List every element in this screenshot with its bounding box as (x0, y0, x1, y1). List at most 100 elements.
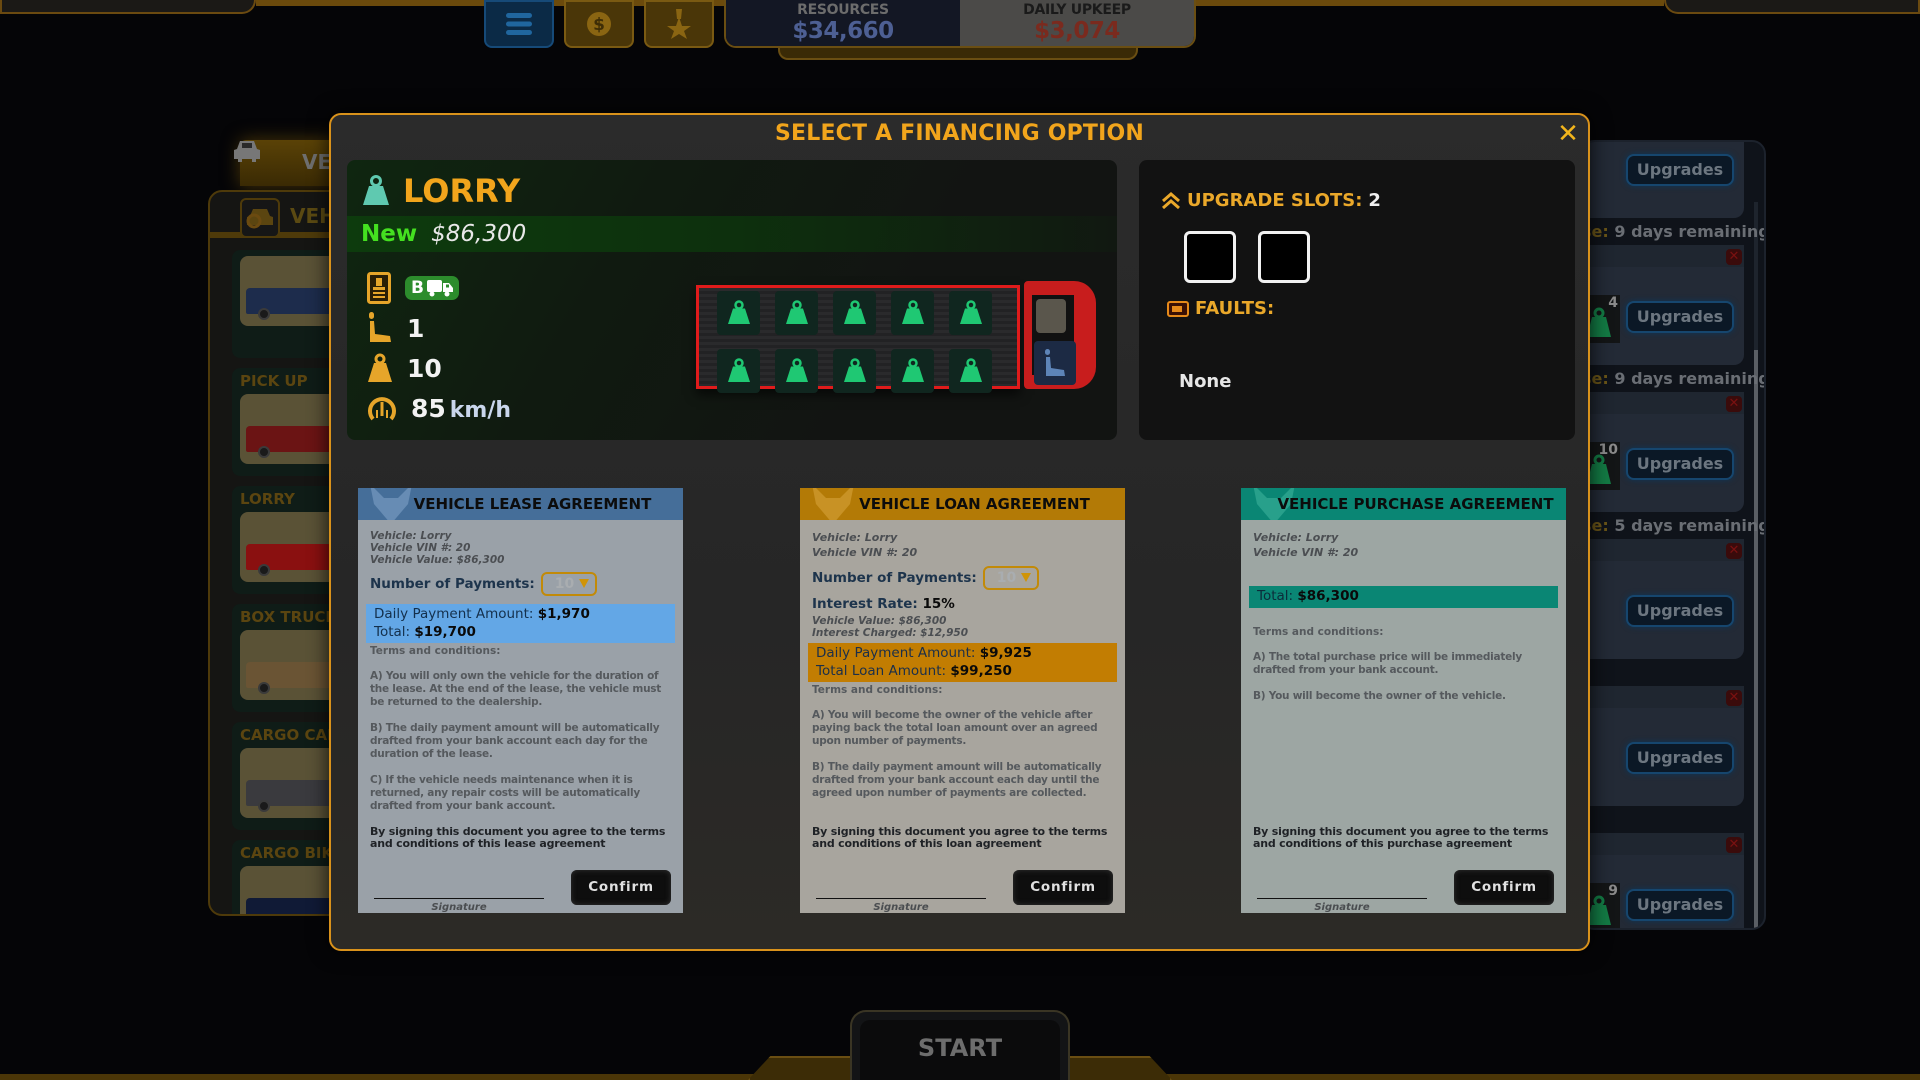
weight-icon (727, 300, 750, 324)
lease-status: se: 9 days remaining (1582, 369, 1764, 388)
upgrades-button[interactable]: Upgrades (1626, 448, 1734, 480)
upgrades-button[interactable]: Upgrades (1626, 154, 1734, 186)
upgrade-slot[interactable] (1184, 231, 1236, 283)
cargo-slot[interactable] (891, 291, 934, 335)
loan-signature-line (816, 898, 986, 899)
loan-terms-title: Terms and conditions: (812, 684, 943, 696)
cargo-slot[interactable] (775, 291, 818, 335)
lease-payments-label: Number of Payments: (370, 576, 535, 592)
lease-confirm-button[interactable]: Confirm (571, 870, 671, 905)
vehicle-condition: New (361, 221, 418, 247)
catalog-header: VEH (210, 192, 346, 238)
fleet-card-header (1582, 245, 1744, 267)
cargo-slot[interactable] (775, 349, 818, 393)
wheel-shape (258, 682, 270, 694)
upgrade-slots-label: UPGRADE SLOTS: (1187, 190, 1363, 211)
remove-vehicle-button[interactable]: ✕ (1726, 543, 1742, 559)
upgrades-button[interactable]: Upgrades (1626, 742, 1734, 774)
purchase-agree-text: By signing this document you agree to th… (1253, 825, 1549, 850)
weight-capacity-icon (368, 353, 392, 382)
cargo-slot[interactable] (717, 349, 760, 393)
fleet-card-header (1582, 392, 1744, 414)
vehicle-catalog-panel: VEH PICK UP LORRY BOX TRUCK CARGO CAR CARGO … (208, 190, 348, 916)
cargo-count: 9 (1608, 883, 1618, 899)
loan-agreement-card: VEHICLE LOAN AGREEMENT Vehicle: Lorry Ve… (800, 488, 1125, 913)
purchase-signature-label: Signature (1314, 902, 1370, 913)
upgrade-slots-count: 2 (1368, 190, 1381, 211)
vehicles-tab-label: VE (302, 150, 332, 174)
lease-signature-label: Signature (431, 902, 487, 913)
vehicle-name-row: LORRY (361, 172, 520, 210)
purchase-vehicle: Vehicle: Lorry (1253, 531, 1339, 544)
lease-daily-value: $1,970 (537, 606, 590, 622)
finance-button[interactable]: $ (564, 0, 634, 48)
purchase-term-b: B) You will become the owner of the vehi… (1253, 689, 1506, 702)
upkeep-value: $3,074 (1034, 18, 1120, 44)
lease-status-text: 5 days remaining (1614, 516, 1766, 535)
loan-confirm-button[interactable]: Confirm (1013, 870, 1113, 905)
close-button[interactable]: ✕ (1554, 121, 1582, 149)
lease-vehicle-value: Vehicle Value: $86,300 (370, 554, 505, 566)
cargo-slot[interactable] (949, 349, 992, 393)
license-stat: B (367, 268, 511, 308)
cargo-slot[interactable] (833, 291, 876, 335)
lease-status: se: 5 days remaining (1582, 516, 1764, 535)
loan-vehicle-value: Vehicle Value: $86,300 (812, 615, 947, 627)
lease-payments-value: 10 (554, 576, 575, 592)
wheel-shape (258, 308, 270, 320)
driver-slot[interactable] (1034, 341, 1076, 385)
capacity-value: 10 (407, 353, 442, 383)
achievements-button[interactable] (644, 0, 714, 48)
purchase-confirm-button[interactable]: Confirm (1454, 870, 1554, 905)
lease-status-text: 9 days remaining (1614, 369, 1766, 388)
start-button[interactable]: START (850, 1010, 1070, 1080)
cab-seat (1036, 299, 1066, 333)
remove-vehicle-button[interactable]: ✕ (1726, 690, 1742, 706)
weight-icon (363, 175, 389, 205)
lease-agree-text: By signing this document you agree to th… (370, 825, 666, 850)
vehicle-info-panel: LORRY New $86,300 B 1 10 85 km/h (347, 160, 1117, 440)
double-chevron-up-icon (1162, 191, 1180, 209)
loan-term-b: B) The daily payment amount will be auto… (812, 761, 1102, 799)
start-label: START (860, 1020, 1060, 1080)
fleet-vehicle-card[interactable]: ✕ 10 Upgrades se: 5 days remaining (1582, 392, 1764, 539)
lease-status: se: 9 days remaining (1582, 222, 1764, 241)
cargo-slot[interactable] (717, 291, 760, 335)
weight-icon (843, 300, 866, 324)
upkeep-cell: DAILY UPKEEP $3,074 (960, 0, 1194, 46)
fleet-vehicle-card[interactable]: ✕ Upgrades (1582, 539, 1756, 686)
cargo-slot[interactable] (891, 349, 934, 393)
truck-layout (696, 281, 1106, 393)
fleet-vehicle-card[interactable]: ✕ 9 Upgrades (1582, 833, 1756, 928)
upgrades-button[interactable]: Upgrades (1626, 301, 1734, 333)
wheel-shape (258, 446, 270, 458)
cargo-slot[interactable] (949, 291, 992, 335)
remove-vehicle-button[interactable]: ✕ (1726, 837, 1742, 853)
menu-button[interactable] (484, 0, 554, 48)
top-nav: $ (484, 0, 714, 48)
upgrade-slot[interactable] (1258, 231, 1310, 283)
cargo-slot[interactable] (833, 349, 876, 393)
fleet-vehicle-card[interactable]: ✕ Upgrades (1582, 686, 1756, 833)
loan-interest-row: Interest Rate: 15% (812, 596, 1113, 612)
purchase-total-label: Total: (1257, 588, 1294, 604)
upgrades-button[interactable]: Upgrades (1626, 595, 1734, 627)
loan-payments-dropdown[interactable]: 10 (982, 566, 1039, 590)
cargo-count: 4 (1608, 295, 1618, 311)
purchase-card-header: VEHICLE PURCHASE AGREEMENT (1241, 488, 1566, 520)
loan-interest-charged: Interest Charged: $12,950 (812, 627, 969, 639)
lease-payments-dropdown[interactable]: 10 (540, 572, 597, 596)
lease-card-title: VEHICLE LEASE AGREEMENT (413, 495, 652, 513)
fleet-vehicle-card[interactable]: ✕ Upgrades se: 9 days remaining (1582, 142, 1764, 245)
weight-icon (843, 358, 866, 382)
remove-vehicle-button[interactable]: ✕ (1726, 396, 1742, 412)
financing-modal: SELECT A FINANCING OPTION ✕ LORRY New $8… (329, 113, 1590, 951)
lease-card-header: VEHICLE LEASE AGREEMENT (358, 488, 683, 520)
upgrades-button[interactable]: Upgrades (1626, 889, 1734, 921)
fleet-vehicle-card[interactable]: ✕ 4 Upgrades se: 9 days remaining (1582, 245, 1764, 392)
remove-vehicle-button[interactable]: ✕ (1726, 249, 1742, 265)
car-search-icon (240, 198, 280, 238)
loan-daily-value: $9,925 (979, 645, 1032, 661)
license-badge: B (405, 276, 459, 300)
upgrades-panel: UPGRADE SLOTS: 2 FAULTS: None (1139, 160, 1575, 440)
